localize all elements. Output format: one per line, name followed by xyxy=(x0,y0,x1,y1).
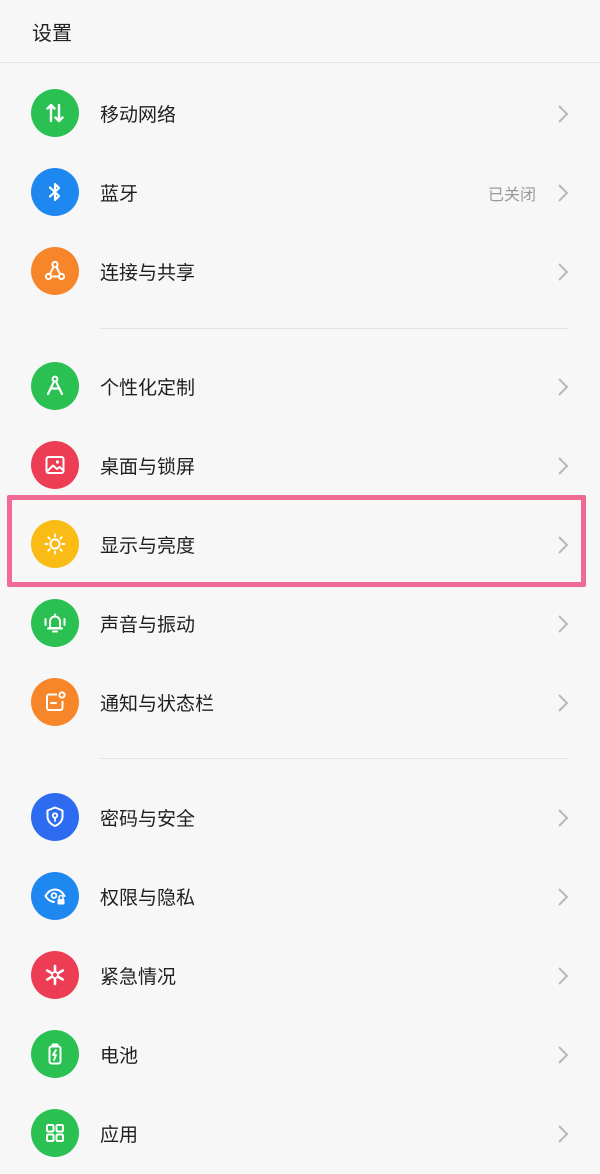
battery-icon xyxy=(31,1030,79,1078)
chevron-right-icon xyxy=(558,184,569,202)
chevron-right-icon xyxy=(558,1046,569,1064)
settings-item-label: 桌面与锁屏 xyxy=(100,456,196,478)
settings-item-emergency[interactable]: 紧急情况 xyxy=(0,936,600,1014)
settings-item-notification-statusbar[interactable]: 通知与状态栏 xyxy=(0,663,600,741)
page-title: 设置 xyxy=(32,21,72,45)
settings-item-sound-vibration[interactable]: 声音与振动 xyxy=(0,584,600,662)
chevron-right-icon xyxy=(558,105,569,123)
settings-item-label: 应用 xyxy=(100,1124,139,1146)
image-icon xyxy=(31,441,79,489)
settings-item-desktop-lockscreen[interactable]: 桌面与锁屏 xyxy=(0,426,600,504)
bell-icon xyxy=(31,599,79,647)
chevron-right-icon xyxy=(558,457,569,475)
settings-item-label: 个性化定制 xyxy=(100,377,196,399)
chevron-right-icon xyxy=(558,536,569,554)
settings-item-password-security[interactable]: 密码与安全 xyxy=(0,778,600,856)
status-text: 已关闭 xyxy=(487,185,536,204)
settings-item-label: 电池 xyxy=(100,1045,139,1067)
chevron-right-icon xyxy=(558,888,569,906)
settings-item-label: 蓝牙 xyxy=(100,183,139,205)
chevron-right-icon xyxy=(558,809,569,827)
chevron-right-icon xyxy=(558,694,569,712)
shield-lock-icon xyxy=(31,793,79,841)
settings-item-label: 通知与状态栏 xyxy=(100,693,215,715)
chevron-right-icon xyxy=(558,378,569,396)
asterisk-icon xyxy=(31,951,79,999)
section-divider xyxy=(100,758,568,759)
notification-icon xyxy=(31,678,79,726)
page-header: 设置 xyxy=(0,0,600,63)
settings-item-label: 密码与安全 xyxy=(100,808,196,830)
settings-item-apps[interactable]: 应用 xyxy=(0,1094,600,1172)
settings-item-display-brightness[interactable]: 显示与亮度 xyxy=(0,505,600,583)
settings-item-label: 紧急情况 xyxy=(100,966,177,988)
chevron-right-icon xyxy=(558,263,569,281)
settings-item-label: 连接与共享 xyxy=(100,262,196,284)
settings-item-permission-privacy[interactable]: 权限与隐私 xyxy=(0,857,600,935)
settings-item-connection-sharing[interactable]: 连接与共享 xyxy=(0,232,600,310)
settings-item-battery[interactable]: 电池 xyxy=(0,1015,600,1093)
settings-item-label: 移动网络 xyxy=(100,104,177,126)
settings-item-label: 权限与隐私 xyxy=(100,887,196,909)
eye-lock-icon xyxy=(31,872,79,920)
chevron-right-icon xyxy=(558,967,569,985)
settings-item-personalization[interactable]: 个性化定制 xyxy=(0,347,600,425)
mobile-data-icon xyxy=(31,89,79,137)
settings-item-label: 声音与振动 xyxy=(100,614,196,636)
bluetooth-icon xyxy=(31,168,79,216)
compass-icon xyxy=(31,362,79,410)
settings-item-mobile-network[interactable]: 移动网络 xyxy=(0,74,600,152)
settings-item-label: 显示与亮度 xyxy=(100,535,196,557)
settings-item-bluetooth[interactable]: 蓝牙 已关闭 xyxy=(0,153,600,231)
grid-icon xyxy=(31,1109,79,1157)
sun-icon xyxy=(31,520,79,568)
share-network-icon xyxy=(31,247,79,295)
section-divider xyxy=(100,328,568,329)
chevron-right-icon xyxy=(558,1125,569,1143)
chevron-right-icon xyxy=(558,615,569,633)
